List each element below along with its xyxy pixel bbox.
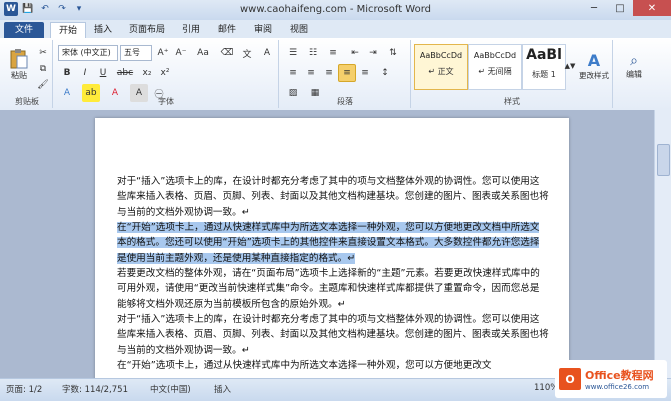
strikethrough-icon[interactable]: abc bbox=[116, 64, 134, 82]
ribbon-tabs: 文件 开始 插入 页面布局 引用 邮件 审阅 视图 bbox=[0, 20, 671, 39]
superscript-icon[interactable]: x² bbox=[156, 64, 174, 82]
align-left-icon[interactable]: ≡ bbox=[284, 64, 302, 82]
italic-icon[interactable]: I bbox=[76, 64, 94, 82]
decrease-indent-icon[interactable]: ⇤ bbox=[346, 44, 364, 62]
editing-group: ⌕ 编辑 bbox=[614, 40, 654, 108]
paragraph-1[interactable]: 对于“插入”选项卡上的库，在设计时都充分考虑了其中的项与文档整体外观的协调性。您… bbox=[117, 174, 549, 220]
language[interactable]: 中文(中国) bbox=[150, 383, 191, 395]
format-painter-icon[interactable]: 🖌 bbox=[34, 76, 52, 94]
word-count[interactable]: 字数: 114/2,751 bbox=[62, 383, 128, 395]
styles-scroll[interactable]: ▲▼ bbox=[565, 44, 576, 88]
paragraph-3[interactable]: 若要更改文档的整体外观，请在“页面布局”选项卡上选择新的“主题”元素。若要更改快… bbox=[117, 266, 549, 312]
insert-mode[interactable]: 插入 bbox=[214, 383, 231, 395]
document-page[interactable]: 对于“插入”选项卡上的库，在设计时都充分考虑了其中的项与文档整体外观的协调性。您… bbox=[95, 118, 569, 378]
tab-review[interactable]: 审阅 bbox=[248, 22, 278, 38]
scroll-thumb[interactable] bbox=[657, 144, 670, 176]
site-logo: O Office教程网 www.office26.com bbox=[555, 360, 667, 398]
style-heading-1[interactable]: AaBl 标题 1 bbox=[522, 44, 566, 90]
style-no-spacing[interactable]: AaBbCcDd ↵ 无间隔 bbox=[468, 44, 522, 90]
selected-text[interactable]: 在“开始”选项卡上，通过从快速样式库中为所选文本选择一种外观，您可以方便地更改文… bbox=[117, 222, 540, 264]
grow-font-icon[interactable]: A⁺ bbox=[154, 44, 172, 62]
align-center-icon[interactable]: ≡ bbox=[302, 64, 320, 82]
binoculars-icon: ⌕ bbox=[630, 52, 638, 69]
style-normal[interactable]: AaBbCcDd ↵ 正文 bbox=[414, 44, 468, 90]
document-area: 对于“插入”选项卡上的库，在设计时都充分考虑了其中的项与文档整体外观的协调性。您… bbox=[0, 110, 655, 378]
ribbon: 粘贴 ✂ ⧉ 🖌 剪贴板 宋体 (中文正) 五号 A⁺ A⁻ Aa ⌫ 文 A … bbox=[0, 38, 671, 111]
paste-label: 粘贴 bbox=[11, 70, 27, 80]
tab-file[interactable]: 文件 bbox=[4, 22, 44, 38]
window-title: www.caohaifeng.com - Microsoft Word bbox=[239, 4, 432, 15]
paragraph-group: ☰ ☷ ≡ ⇤ ⇥ ⇅ ≡ ≡ ≡ ≡ ≡ ↕ ▨ ▦ 段落 bbox=[280, 40, 411, 108]
sort-icon[interactable]: ⇅ bbox=[384, 44, 402, 62]
line-spacing-icon[interactable]: ↕ bbox=[376, 64, 394, 82]
font-group: 宋体 (中文正) 五号 A⁺ A⁻ Aa ⌫ 文 A B I U abc x₂ … bbox=[54, 40, 279, 108]
close-button[interactable]: ✕ bbox=[633, 0, 671, 16]
justify-icon[interactable]: ≡ bbox=[338, 64, 356, 82]
minimize-button[interactable]: ─ bbox=[581, 0, 607, 16]
styles-group: AaBbCcDd ↵ 正文 AaBbCcDd ↵ 无间隔 AaBl 标题 1 ▲… bbox=[412, 40, 613, 108]
clipboard-group: 粘贴 ✂ ⧉ 🖌 剪贴板 bbox=[2, 40, 53, 108]
vertical-scrollbar[interactable] bbox=[654, 110, 671, 378]
paste-icon bbox=[10, 48, 28, 68]
logo-line1: Office教程网 bbox=[585, 369, 654, 382]
tab-view[interactable]: 视图 bbox=[284, 22, 314, 38]
change-styles-button[interactable]: A 更改样式 bbox=[576, 44, 612, 88]
bullets-icon[interactable]: ☰ bbox=[284, 44, 302, 62]
paste-button[interactable]: 粘贴 bbox=[6, 44, 32, 84]
page-count[interactable]: 页面: 1/2 bbox=[6, 383, 42, 395]
change-styles-icon: A bbox=[587, 51, 601, 70]
office-logo-icon: O bbox=[559, 368, 581, 390]
tab-insert[interactable]: 插入 bbox=[88, 22, 118, 38]
increase-indent-icon[interactable]: ⇥ bbox=[364, 44, 382, 62]
clear-format-icon[interactable]: ⌫ bbox=[218, 44, 236, 62]
title-bar: W 💾 ↶ ↷ ▾ www.caohaifeng.com - Microsoft… bbox=[0, 0, 671, 21]
distributed-icon[interactable]: ≡ bbox=[356, 64, 374, 82]
shrink-font-icon[interactable]: A⁻ bbox=[172, 44, 190, 62]
logo-line2: www.office26.com bbox=[585, 383, 650, 391]
paragraph-label: 段落 bbox=[337, 97, 353, 106]
paragraph-2[interactable]: 在“开始”选项卡上，通过从快速样式库中为所选文本选择一种外观，您可以方便地更改文… bbox=[117, 220, 549, 266]
numbering-icon[interactable]: ☷ bbox=[304, 44, 322, 62]
tab-home[interactable]: 开始 bbox=[50, 22, 86, 39]
tab-page-layout[interactable]: 页面布局 bbox=[122, 22, 172, 38]
paragraph-5[interactable]: 在“开始”选项卡上，通过从快速样式库中为所选文本选择一种外观，您可以方便地更改文 bbox=[117, 358, 549, 373]
multilevel-list-icon[interactable]: ≡ bbox=[324, 44, 342, 62]
styles-label: 样式 bbox=[504, 97, 520, 106]
bold-icon[interactable]: B bbox=[58, 64, 76, 82]
change-case-icon[interactable]: Aa bbox=[194, 44, 212, 62]
font-name-select[interactable]: 宋体 (中文正) bbox=[58, 45, 118, 61]
maximize-button[interactable]: □ bbox=[607, 0, 633, 16]
tab-mailings[interactable]: 邮件 bbox=[212, 22, 242, 38]
enclose-char-icon[interactable]: A bbox=[258, 44, 276, 62]
editing-button[interactable]: ⌕ 编辑 bbox=[618, 44, 650, 88]
font-label: 字体 bbox=[158, 97, 174, 106]
underline-icon[interactable]: U bbox=[94, 64, 112, 82]
font-size-select[interactable]: 五号 bbox=[120, 45, 152, 61]
paragraph-4[interactable]: 对于“插入”选项卡上的库，在设计时都充分考虑了其中的项与文档整体外观的协调性。您… bbox=[117, 312, 549, 358]
subscript-icon[interactable]: x₂ bbox=[138, 64, 156, 82]
phonetic-guide-icon[interactable]: 文 bbox=[238, 44, 256, 62]
tab-references[interactable]: 引用 bbox=[176, 22, 206, 38]
clipboard-label: 剪贴板 bbox=[15, 97, 39, 106]
align-right-icon[interactable]: ≡ bbox=[320, 64, 338, 82]
